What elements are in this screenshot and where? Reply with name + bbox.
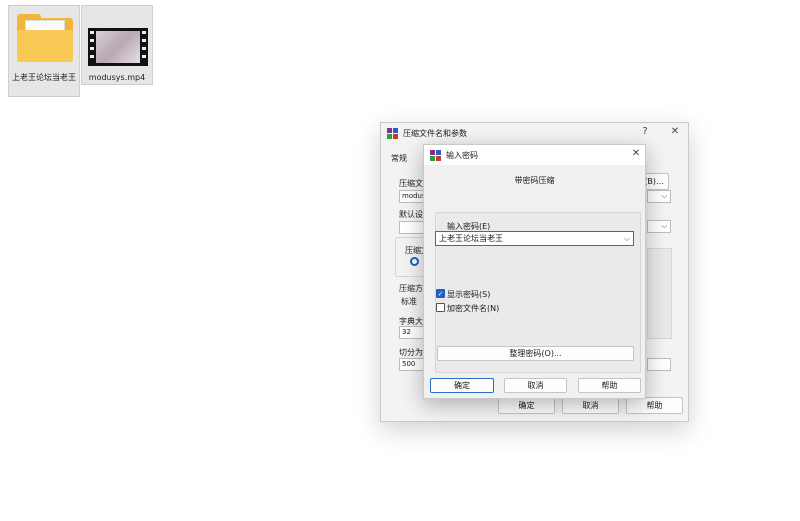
archive-params-titlebar: 压缩文件名和参数 ? ✕ (381, 123, 688, 143)
desktop-folder-icon-item[interactable]: 上老王论坛当老王 (8, 5, 80, 97)
check-icon: ✓ (437, 290, 444, 298)
chevron-down-icon: ⌵ (661, 222, 667, 230)
winrar-icon (430, 149, 441, 161)
show-password-checkbox[interactable]: ✓ (436, 289, 445, 298)
method-value[interactable]: 标准 (401, 296, 417, 307)
encrypt-names-checkbox[interactable] (436, 303, 445, 312)
winrar-icon (387, 127, 398, 139)
desktop-video-icon-item[interactable]: modusys.mp4 (81, 5, 153, 85)
profile-dropdown[interactable]: ⌵ (647, 220, 671, 233)
cancel-button[interactable]: 取消 (504, 378, 567, 393)
help-icon[interactable]: ? (637, 126, 653, 137)
chevron-down-icon[interactable]: ⌵ (624, 232, 630, 245)
password-dialog-title: 输入密码 (446, 150, 478, 160)
right-field[interactable] (647, 358, 671, 371)
split-label: 切分为 (399, 348, 423, 357)
method-label: 压缩方 (399, 284, 423, 293)
encrypt-names-label[interactable]: 加密文件名(N) (447, 303, 499, 314)
video-thumbnail-icon (88, 28, 148, 66)
back-ok-button[interactable]: 确定 (498, 397, 555, 414)
archive-params-title: 压缩文件名和参数 (403, 128, 467, 138)
close-icon[interactable]: ✕ (667, 126, 683, 137)
dialog-subtitle: 带密码压缩 (514, 176, 555, 185)
password-value: 上老王论坛当老王 (439, 234, 503, 243)
organize-passwords-button[interactable]: 整理密码(O)... (437, 346, 634, 361)
close-icon[interactable]: ✕ (628, 148, 644, 159)
help-button[interactable]: 帮助 (578, 378, 641, 393)
ok-button[interactable]: 确定 (430, 378, 494, 393)
password-titlebar: 输入密码 ✕ (424, 145, 645, 165)
right-panel (647, 248, 672, 339)
tab-general[interactable]: 常规 (391, 153, 407, 164)
password-input[interactable]: 上老王论坛当老王 ⌵ (435, 231, 634, 246)
format-radio[interactable] (410, 257, 419, 266)
back-help-button[interactable]: 帮助 (626, 397, 683, 414)
back-cancel-button[interactable]: 取消 (562, 397, 619, 414)
default-profile-label: 默认设 (399, 210, 423, 219)
archive-name-dropdown[interactable]: ⌵ (647, 190, 671, 203)
chevron-down-icon: ⌵ (661, 192, 667, 200)
folder-label: 上老王论坛当老王 (12, 73, 76, 82)
password-dialog: 输入密码 ✕ 带密码压缩 输入密码(E) 上老王论坛当老王 ⌵ ✓ 显示密码(S… (423, 144, 646, 399)
show-password-label[interactable]: 显示密码(S) (447, 289, 490, 300)
video-label: modusys.mp4 (88, 73, 146, 82)
archive-name-label: 压缩文 (399, 179, 423, 188)
